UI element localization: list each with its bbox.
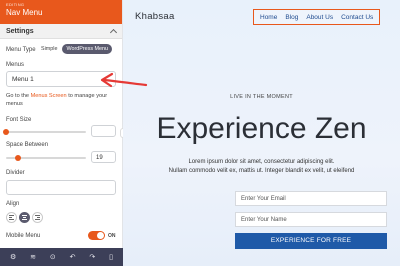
hero-tagline: LIVE IN THE MOMENT xyxy=(230,94,293,100)
chevron-up-icon xyxy=(109,28,118,36)
panel-title: Nav Menu xyxy=(6,8,43,17)
site-brand[interactable]: Khabsaa xyxy=(135,11,175,22)
panel-subtitle: EDITING xyxy=(6,2,25,7)
menus-help-before: Go to the xyxy=(6,93,31,99)
settings-section-title: Settings xyxy=(6,27,34,35)
layers-icon[interactable]: ≋ xyxy=(30,253,36,261)
space-between-label: Space Between xyxy=(6,142,49,148)
menu-type-wordpress-button[interactable]: WordPress Menu xyxy=(62,44,113,54)
font-size-slider-handle[interactable] xyxy=(3,129,9,135)
nav-item-home[interactable]: Home xyxy=(260,14,277,21)
space-between-slider[interactable] xyxy=(6,155,86,161)
align-center-button[interactable] xyxy=(19,212,30,223)
align-right-button[interactable] xyxy=(32,212,43,223)
nav-item-blog[interactable]: Blog xyxy=(285,14,298,21)
menus-label: Menus xyxy=(6,62,25,68)
mobile-icon[interactable]: ▯ xyxy=(109,253,113,261)
hero-headline: Experience Zen xyxy=(156,112,367,145)
panel-footer-toolbar: ⚙ ≋ ⊙ ↶ ↷ ▯ xyxy=(0,248,123,266)
nav-menu[interactable]: Home Blog About Us Contact Us xyxy=(253,9,381,25)
experience-free-button[interactable]: EXPERIENCE FOR FREE xyxy=(235,233,387,249)
align-center-icon xyxy=(22,215,27,220)
divider-input[interactable] xyxy=(6,180,116,195)
space-between-input[interactable]: 19 xyxy=(91,151,116,163)
nav-item-about-us[interactable]: About Us xyxy=(306,14,333,21)
align-left-button[interactable] xyxy=(6,212,17,223)
menu-type-label: Menu Type xyxy=(6,47,36,53)
align-label: Align xyxy=(6,201,20,207)
menus-screen-link[interactable]: Menus Screen xyxy=(31,93,67,99)
nav-item-contact-us[interactable]: Contact Us xyxy=(341,14,373,21)
gear-icon[interactable]: ⚙ xyxy=(10,253,16,261)
align-right-icon xyxy=(35,215,40,220)
editor-panel: EDITING Nav Menu Settings Menu Type Simp… xyxy=(0,0,123,266)
menus-help-text: Go to the Menus Screen to manage your me… xyxy=(6,92,118,108)
mobile-menu-label: Mobile Menu xyxy=(6,233,41,239)
undo-icon[interactable]: ↶ xyxy=(70,253,76,261)
hero-lead-line-1: Lorem ipsum dolor sit amet, consectetur … xyxy=(188,159,335,165)
panel-header: EDITING Nav Menu xyxy=(0,0,122,24)
font-size-slider[interactable] xyxy=(3,129,86,135)
mobile-menu-state: ON xyxy=(108,233,116,239)
divider-label: Divider xyxy=(6,170,25,176)
page-preview: Khabsaa Home Blog About Us Contact Us LI… xyxy=(123,0,400,266)
hero-lead-line-2: Nullam commodo velit ex, mattis ut. Inte… xyxy=(168,168,355,174)
font-size-input[interactable] xyxy=(91,125,116,137)
menu-type-toggle: Simple WordPress Menu xyxy=(38,44,113,54)
mobile-menu-toggle[interactable] xyxy=(88,231,105,240)
align-buttons xyxy=(6,212,43,223)
menus-select[interactable]: Menu 1 xyxy=(6,71,116,87)
name-field[interactable]: Enter Your Name xyxy=(235,212,387,227)
redo-icon[interactable]: ↷ xyxy=(89,253,95,261)
settings-section-header[interactable]: Settings xyxy=(0,24,122,39)
menu-type-simple-button[interactable]: Simple xyxy=(38,44,61,54)
space-between-slider-handle[interactable] xyxy=(15,155,21,161)
page-root: EDITING Nav Menu Settings Menu Type Simp… xyxy=(0,0,400,266)
save-icon[interactable]: ⊙ xyxy=(50,253,56,261)
email-field[interactable]: Enter Your Email xyxy=(235,191,387,206)
align-left-icon xyxy=(9,215,14,220)
font-size-label: Font Size xyxy=(6,117,32,123)
hero-lead-text: Lorem ipsum dolor sit amet, consectetur … xyxy=(123,158,400,176)
